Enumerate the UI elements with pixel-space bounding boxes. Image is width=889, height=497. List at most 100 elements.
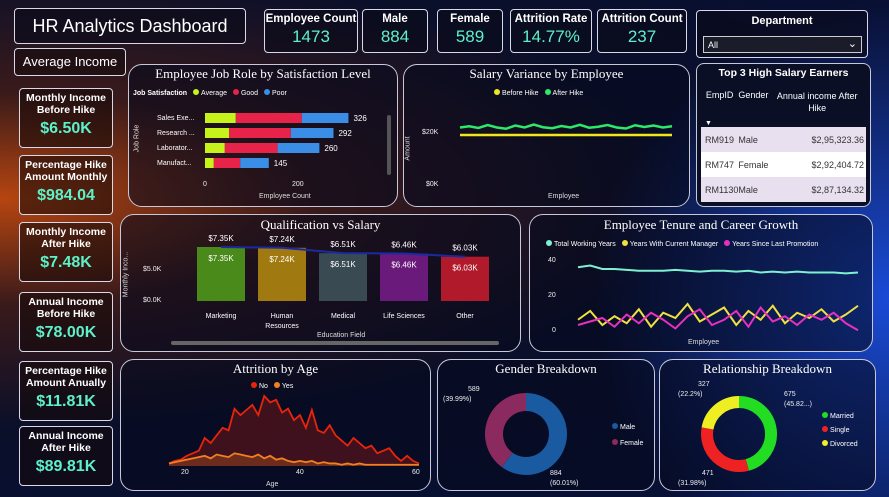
married-value-label: 675 (784, 391, 796, 398)
scrollbar[interactable] (387, 115, 391, 175)
tenure-panel: Employee Tenure and Career Growth Total … (529, 214, 873, 352)
dashboard-title: HR Analytics Dashboard (32, 16, 228, 36)
kpi-value: 237 (627, 27, 657, 46)
kpi-male: Male 884 (362, 9, 428, 53)
donut-slice (738, 396, 777, 471)
horizontal-scrollbar[interactable] (171, 341, 499, 345)
legend-swatch (612, 423, 618, 429)
series-line (577, 264, 859, 275)
single-pct-label: (31.98%) (678, 480, 707, 487)
kpi-value: 884 (380, 27, 410, 46)
table-cell: RM1130 (705, 184, 739, 195)
legend-label: Male (620, 424, 636, 431)
card-hike-monthly: Percentage Hike Amount Monthly $984.04 (19, 155, 113, 215)
bar-segment (290, 128, 334, 138)
bar-inner-label: $7.24K (269, 255, 295, 264)
category-label: Manufact... (157, 160, 192, 167)
department-label: Department (751, 15, 813, 27)
legend-label: Female (620, 440, 644, 447)
table-cell: $2,92,404.72 (811, 159, 864, 170)
kpi-attrition-count: Attrition Count 237 (597, 9, 687, 53)
kpi-employee-count: Employee Count 1473 (264, 9, 358, 53)
card-label: Percentage Hike Amount Monthly (24, 159, 108, 183)
card-value: $984.04 (37, 187, 95, 204)
female-value-label: 589 (468, 386, 480, 393)
bar-inner-label: $6.03K (452, 264, 478, 273)
column-header[interactable]: Gender (738, 82, 768, 120)
x-tick: 60 (412, 469, 420, 476)
bar-segment (205, 113, 236, 123)
category-label: Research ... (157, 130, 195, 137)
card-label: Annual Income Before Hike (28, 296, 104, 320)
top-earners-table: EmpID Gender Annual income After Hike ▼ … (701, 82, 866, 202)
card-value: $78.00K (35, 324, 97, 341)
single-value-label: 471 (702, 470, 714, 477)
table-row[interactable]: RM919 Male $2,95,323.36 (701, 127, 866, 152)
relationship-panel: Relationship Breakdown 327 (22.2%) 675 (… (659, 359, 876, 491)
column-header[interactable]: EmpID (701, 82, 738, 120)
kpi-value: 1473 (292, 27, 330, 46)
divorced-value-label: 327 (698, 381, 710, 388)
qualification-panel: Qualification vs Salary Monthly Inco... … (120, 214, 521, 352)
donut-slice (701, 427, 749, 472)
tenure-chart (577, 264, 859, 332)
chevron-down-icon: ⌄ (847, 38, 857, 50)
card-annual-before: Annual Income Before Hike $78.00K (19, 292, 113, 352)
relationship-legend: Married Single Divorced (818, 410, 858, 452)
top-earners-panel: Top 3 High Salary Earners EmpID Gender A… (696, 63, 871, 207)
table-cell: Female (738, 159, 769, 170)
kpi-female: Female 589 (437, 9, 503, 53)
bar-inner-label: $7.35K (208, 254, 234, 263)
table-row[interactable]: RM747 Female $2,92,404.72 (701, 152, 866, 177)
series-line (459, 123, 673, 131)
bar-value-label: $6.51K (330, 240, 356, 249)
card-label: Monthly Income Before Hike (26, 92, 106, 116)
table-cell: RM919 (705, 134, 735, 145)
column-header[interactable]: Annual income After Hike (768, 82, 866, 120)
table-cell: Male (738, 184, 758, 195)
legend-label: Divorced (830, 441, 858, 448)
card-value: $11.81K (36, 393, 96, 410)
table-header-row: EmpID Gender Annual income After Hike (701, 82, 866, 120)
bar-segment (235, 113, 302, 123)
average-income-title: Average Income (22, 54, 118, 69)
gender-legend: Male Female (608, 420, 643, 452)
legend-swatch (822, 440, 828, 446)
bar-inner-label: $6.46K (391, 261, 417, 270)
card-label: Annual Income After Hike (28, 430, 104, 454)
category-label: Marketing (206, 313, 237, 320)
kpi-value: 589 (455, 27, 485, 46)
x-axis-label: Employee Count (259, 193, 311, 200)
department-filter: Department All ⌄ (696, 10, 868, 58)
legend-label: Single (830, 427, 850, 434)
card-monthly-before: Monthly Income Before Hike $6.50K (19, 88, 113, 148)
kpi-label: Attrition Rate (514, 13, 588, 25)
female-pct-label: (39.99%) (443, 396, 472, 403)
card-label: Percentage Hike Amount Anually (25, 365, 107, 389)
card-value: $89.81K (35, 458, 97, 475)
table-cell: RM747 (705, 159, 735, 170)
bar-total-label: 260 (324, 144, 338, 153)
donut-slice (485, 393, 527, 468)
attrition-age-chart (168, 394, 420, 466)
department-selected: All (708, 40, 719, 50)
legend-label: Married (830, 413, 854, 420)
table-row[interactable]: RM1130 Male $2,87,134.32 (701, 177, 866, 202)
x-axis-label: Age (266, 481, 279, 488)
bar-segment (205, 128, 230, 138)
area-fill (169, 396, 419, 466)
bar-value-label: $7.35K (208, 234, 234, 243)
card-value: $7.48K (40, 254, 92, 271)
table-cell: $2,87,134.32 (811, 184, 864, 195)
bar-segment (277, 143, 320, 153)
legend-swatch (612, 439, 618, 445)
category-label: Other (456, 313, 474, 320)
table-cell: Male (738, 134, 758, 145)
bar-segment (205, 158, 214, 168)
bar-inner-label: $6.51K (330, 260, 356, 269)
sort-arrow-icon[interactable]: ▼ (701, 120, 866, 127)
card-hike-annual: Percentage Hike Amount Anually $11.81K (19, 361, 113, 421)
department-select[interactable]: All ⌄ (703, 36, 862, 53)
bar-total-label: 292 (338, 129, 352, 138)
card-label: Monthly Income After Hike (26, 226, 106, 250)
